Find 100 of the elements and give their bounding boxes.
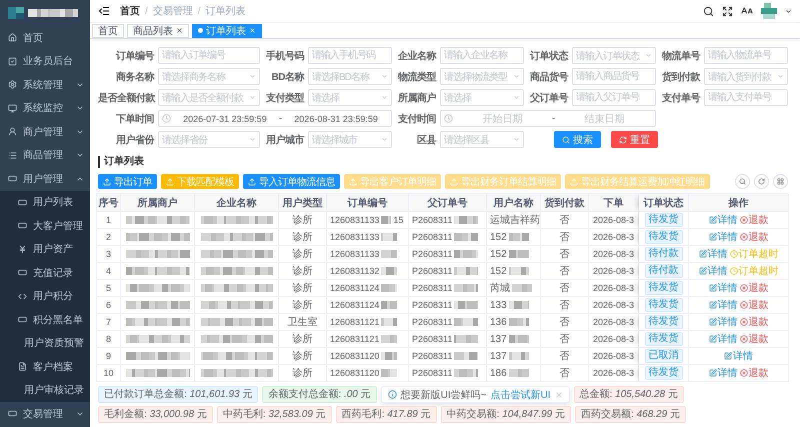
date-range-field[interactable]: 开始日期 - 结束日期 [440, 110, 656, 127]
tab[interactable]: 首页 [92, 24, 124, 38]
menu-toggle-icon[interactable] [98, 5, 110, 17]
sidebar-item[interactable]: 用户积分 [0, 284, 90, 308]
detail-link[interactable]: 详情 [708, 230, 738, 244]
redacted-text [126, 335, 190, 343]
table-cell: 诊所 [279, 348, 327, 365]
detail-link[interactable]: 详情 [708, 332, 738, 346]
caret-icon[interactable] [785, 8, 792, 14]
close-icon[interactable] [176, 27, 183, 34]
field-label: 商务名称 [115, 70, 154, 84]
date-range-field[interactable]: 2026-07-31 23:59:59 - 2026-08-31 23:59:59 [158, 110, 392, 127]
select-field[interactable]: 请输入货到付款 [704, 68, 788, 85]
redacted-text [508, 335, 529, 343]
order-number: 1260831121 [330, 317, 380, 327]
sidebar-item[interactable]: 客户档案 [0, 355, 90, 378]
redacted-text [508, 318, 529, 326]
search-button[interactable] [735, 174, 750, 189]
select-field[interactable]: 请选择 [308, 89, 392, 106]
search-icon [739, 178, 746, 185]
detail-link[interactable]: 详情 [724, 349, 753, 363]
toolbar-button[interactable]: 导出订单 [98, 174, 157, 189]
section-title: 订单列表 [98, 156, 144, 168]
table-cell: 2026-08-3 [589, 212, 639, 229]
table-cell: 诊所 [279, 229, 327, 246]
columns-button[interactable] [773, 174, 788, 189]
search-button[interactable]: 搜索 [554, 131, 601, 148]
timeout-link[interactable]: 订单超时 [730, 247, 778, 261]
avatar-icon[interactable] [761, 3, 777, 19]
field-label: 支付类型 [265, 92, 304, 104]
redacted-text [200, 216, 272, 224]
refund-link[interactable]: 退款 [740, 230, 768, 244]
user-name: 137 [490, 334, 507, 344]
select-field[interactable]: 请输入是否全额付款 [158, 89, 260, 106]
rectangle-icon [8, 174, 17, 184]
refund-link[interactable]: 退款 [740, 213, 768, 227]
sidebar-item[interactable]: 大客户管理 [0, 214, 90, 238]
parent-order-number: P2608311 [412, 266, 452, 276]
sidebar-item[interactable]: 用户审核记录 [0, 378, 90, 402]
status-tag: 待发货 [644, 298, 682, 312]
detail-link[interactable]: 详情 [708, 315, 738, 329]
toolbar-button[interactable]: 导入订单物流信息 [243, 174, 340, 189]
redacted-text [28, 9, 78, 17]
detail-link[interactable]: 详情 [708, 366, 738, 380]
reset-button[interactable]: 重置 [611, 131, 658, 148]
field-label: 所属商户 [397, 91, 436, 104]
select-field[interactable]: 请选择物流类型 [440, 68, 524, 85]
fullscreen-icon[interactable] [722, 6, 733, 16]
detail-link[interactable]: 详情 [698, 247, 728, 261]
select-field[interactable]: 请选择商务名称 [158, 68, 260, 85]
sidebar-item[interactable]: 充值记录 [0, 261, 90, 284]
redacted-text [200, 233, 272, 241]
sidebar-item[interactable]: 用户列表 [0, 190, 90, 214]
redacted-text [454, 267, 478, 275]
sidebar-item[interactable]: 积分黑名单 [0, 308, 90, 332]
breadcrumb-item[interactable]: 首页 [120, 4, 140, 18]
detail-link[interactable]: 详情 [708, 298, 738, 312]
table-cell: 4 [97, 263, 121, 280]
refund-link[interactable]: 退款 [740, 332, 768, 346]
edit-icon [724, 352, 732, 360]
input-field[interactable]: 请输入支付单号 [704, 89, 788, 106]
redacted-text [508, 267, 529, 275]
detail-link[interactable]: 详情 [708, 213, 738, 227]
select-field[interactable]: 请选择区县 [440, 131, 524, 148]
detail-link[interactable]: 详情 [708, 281, 738, 295]
timeout-link[interactable]: 订单超时 [730, 264, 778, 278]
select-field[interactable]: 请选择城市 [308, 131, 392, 148]
redacted-text [454, 250, 478, 258]
breadcrumb-item: 订单列表 [206, 4, 246, 18]
refresh-button[interactable] [754, 174, 769, 189]
search-icon[interactable] [703, 6, 714, 16]
summary-tag: 中药毛利: 32,583.09 元 [216, 406, 332, 423]
select-field[interactable]: 请选择BD名称 [308, 68, 392, 85]
field-label: 下单时间 [115, 112, 154, 126]
column-header: 企业名称 [195, 194, 279, 212]
refund-link[interactable]: 退款 [740, 315, 768, 329]
input-field[interactable]: 请输入父订单号 [572, 89, 656, 106]
try-new-ui-link[interactable]: 点击尝试新UI [490, 388, 550, 402]
select-field[interactable]: 请选择省份 [158, 131, 260, 148]
table-cell: 2026-08-3 [589, 331, 639, 348]
table-cell: 诊所 [279, 246, 327, 263]
input-field[interactable]: 请输入企业名称 [440, 47, 524, 64]
tab[interactable]: 商品列表 [127, 24, 189, 38]
select-field[interactable]: 请选择 [440, 89, 524, 106]
refund-link[interactable]: 退款 [740, 281, 768, 295]
input-field[interactable]: 请输入订单编号 [158, 47, 260, 64]
detail-link[interactable]: 详情 [698, 264, 728, 278]
sidebar-item[interactable]: 用户资质预警 [0, 332, 90, 355]
refund-link[interactable]: 退款 [740, 366, 768, 380]
tab[interactable]: 订单列表 [192, 24, 262, 38]
sidebar-item[interactable]: 用户资产 [0, 238, 90, 261]
refund-link[interactable]: 退款 [740, 298, 768, 312]
parent-order-number: P2608311 [412, 300, 452, 310]
select-field[interactable]: 请输入订单状态 [572, 47, 656, 64]
document-icon [18, 362, 27, 372]
toolbar-button[interactable]: 下载匹配模板 [161, 174, 239, 189]
order-number: 1260831120 [330, 351, 380, 361]
chevron-icon [381, 136, 388, 143]
input-field[interactable]: 请输入手机号码 [308, 47, 392, 64]
table-cell: 卫生室 [279, 314, 327, 331]
